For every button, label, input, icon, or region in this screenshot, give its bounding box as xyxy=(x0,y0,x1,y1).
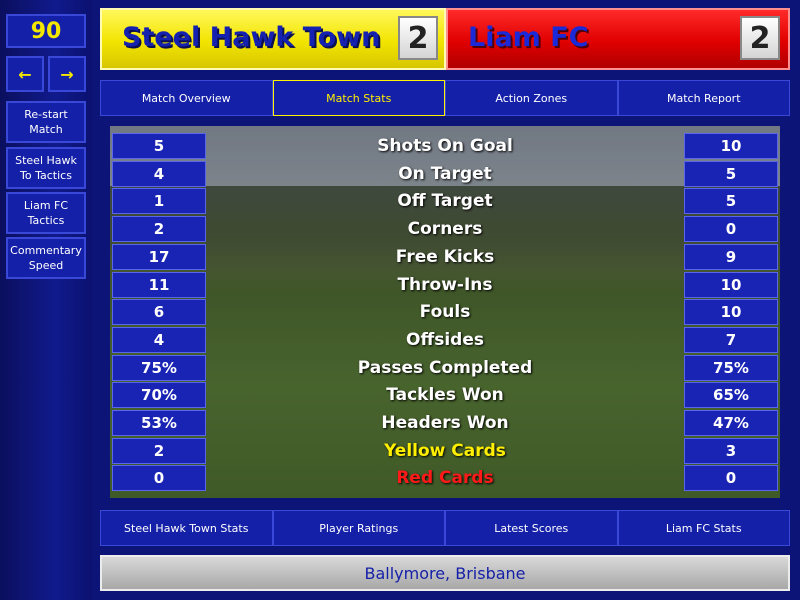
away-stat-value: 10 xyxy=(684,271,778,298)
home-stat-value: 75% xyxy=(112,354,206,381)
away-stat-value: 5 xyxy=(684,188,778,215)
tab-match-report[interactable]: Match Report xyxy=(617,80,790,116)
away-stat-value: 5 xyxy=(684,160,778,187)
venue-label: Ballymore, Brisbane xyxy=(100,555,790,591)
home-stat-value: 5 xyxy=(112,133,206,159)
home-score: 2 xyxy=(398,16,438,60)
away-stat-value: 9 xyxy=(684,243,778,270)
home-stat-value: 0 xyxy=(112,465,206,492)
tab-action-zones[interactable]: Action Zones xyxy=(445,80,618,116)
restart-match-button[interactable]: Re-start Match xyxy=(6,101,86,143)
stat-row: 70% Tackles Won 65% xyxy=(110,382,780,409)
home-stat-value: 2 xyxy=(112,437,206,464)
stat-row: 53% Headers Won 47% xyxy=(110,410,780,436)
stat-label: Free Kicks xyxy=(395,246,495,267)
stat-label: Headers Won xyxy=(381,413,509,433)
stat-label: On Target xyxy=(398,163,492,184)
stat-row: 2 Corners 0 xyxy=(110,216,780,243)
away-tactics-button[interactable]: Liam FC Tactics xyxy=(6,192,86,234)
tab-away-team-stats[interactable]: Liam FC Stats xyxy=(617,510,790,546)
match-clock: 90 xyxy=(6,14,86,48)
home-team-name: Steel Hawk Town xyxy=(122,22,381,53)
away-stat-value: 65% xyxy=(684,382,778,409)
away-stat-value: 47% xyxy=(684,410,778,436)
stat-label: Corners xyxy=(407,219,483,240)
stat-row: 6 Fouls 10 xyxy=(110,299,780,326)
away-score: 2 xyxy=(740,16,780,60)
tab-home-team-stats[interactable]: Steel Hawk Town Stats xyxy=(100,510,273,546)
stat-row: 5 Shots On Goal 10 xyxy=(110,133,780,159)
stat-label: Red Cards xyxy=(396,468,494,489)
stat-label: Passes Completed xyxy=(357,357,533,378)
away-stat-value: 7 xyxy=(684,326,778,353)
away-stat-value: 0 xyxy=(684,465,778,492)
home-stat-value: 1 xyxy=(112,188,206,215)
commentary-speed-button[interactable]: Commentary Speed xyxy=(6,237,86,279)
away-stat-value: 0 xyxy=(684,216,778,243)
stat-row: 1 Off Target 5 xyxy=(110,188,780,215)
stat-label: Throw-Ins xyxy=(397,274,493,295)
away-stat-value: 10 xyxy=(684,299,778,326)
home-stat-value: 53% xyxy=(112,410,206,436)
stat-row: 4 On Target 5 xyxy=(110,160,780,187)
next-arrow-button[interactable]: → xyxy=(48,56,86,92)
stat-label: Shots On Goal xyxy=(377,136,513,156)
previous-arrow-button[interactable]: ← xyxy=(6,56,44,92)
tab-match-stats[interactable]: Match Stats xyxy=(272,80,445,116)
away-team-name: Liam FC xyxy=(468,22,589,53)
home-stat-value: 2 xyxy=(112,216,206,243)
top-tab-bar: Match Overview Match Stats Action Zones … xyxy=(100,80,790,116)
stat-label: Offsides xyxy=(406,329,484,350)
stat-label: Off Target xyxy=(397,191,493,212)
away-stat-value: 3 xyxy=(684,437,778,464)
nav-arrows: ← → xyxy=(6,56,86,92)
away-stat-value: 75% xyxy=(684,354,778,381)
home-tactics-button[interactable]: Steel Hawk To Tactics xyxy=(6,147,86,189)
home-stat-value: 11 xyxy=(112,271,206,298)
tab-latest-scores[interactable]: Latest Scores xyxy=(445,510,618,546)
home-stat-value: 4 xyxy=(112,160,206,187)
tab-match-overview[interactable]: Match Overview xyxy=(100,80,273,116)
away-team-banner: Liam FC 2 xyxy=(446,8,790,70)
home-stat-value: 4 xyxy=(112,326,206,353)
stat-row: 4 Offsides 7 xyxy=(110,326,780,353)
stat-row: 17 Free Kicks 9 xyxy=(110,243,780,270)
stat-row: 11 Throw-Ins 10 xyxy=(110,271,780,298)
home-stat-value: 17 xyxy=(112,243,206,270)
stat-label: Fouls xyxy=(419,302,471,323)
bottom-tab-bar: Steel Hawk Town Stats Player Ratings Lat… xyxy=(100,510,790,546)
tab-player-ratings[interactable]: Player Ratings xyxy=(272,510,445,546)
stat-label: Yellow Cards xyxy=(384,440,506,461)
stat-row: 75% Passes Completed 75% xyxy=(110,354,780,381)
home-stat-value: 6 xyxy=(112,299,206,326)
stat-row: 2 Yellow Cards 3 xyxy=(110,437,780,464)
home-stat-value: 70% xyxy=(112,382,206,409)
away-stat-value: 10 xyxy=(684,133,778,159)
home-team-banner: Steel Hawk Town 2 xyxy=(100,8,446,70)
sidebar: 90 ← → Re-start Match Steel Hawk To Tact… xyxy=(0,0,92,600)
stat-label: Tackles Won xyxy=(386,385,504,406)
stat-row: 0 Red Cards 0 xyxy=(110,465,780,492)
